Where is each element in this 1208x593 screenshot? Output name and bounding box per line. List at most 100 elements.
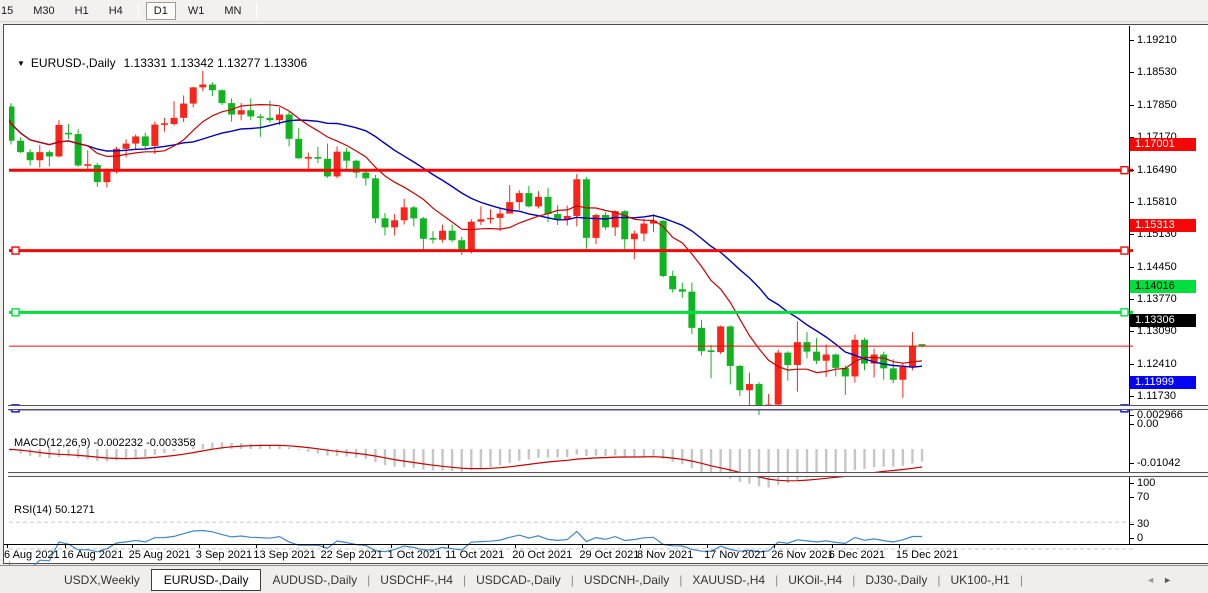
candle (602, 215, 610, 228)
tab-usdcad-daily[interactable]: USDCAD-,Daily (467, 570, 570, 590)
timeframe-toolbar: 15 M30 H1 H4 D1 W1 MN (0, 0, 1208, 22)
candle (199, 84, 207, 88)
candle (534, 196, 542, 207)
tab-scroll-arrows: ◄► (1146, 575, 1180, 585)
timeframe-button-d1[interactable]: D1 (145, 1, 176, 20)
price-axis-tick: 1.12410 (1137, 357, 1177, 370)
rsi-axis-tickmark (1129, 523, 1134, 525)
date-axis-label: 17 Nov 2021 (704, 549, 767, 561)
candle (506, 202, 514, 214)
date-axis-label: 29 Oct 2021 (579, 549, 640, 561)
date-axis-tickmark (774, 545, 776, 548)
date-axis-label: 20 Oct 2021 (512, 549, 573, 561)
date-axis-label: 25 Aug 2021 (128, 549, 191, 561)
tab-usdcnh-daily[interactable]: USDCNH-,Daily (575, 570, 678, 590)
pane-separator[interactable] (8, 405, 1208, 410)
tab-xauusd-h4[interactable]: XAUUSD-,H4 (683, 570, 774, 590)
candle (582, 179, 590, 238)
symbol-dropdown-icon[interactable]: ▼ (17, 59, 25, 68)
price-axis-tick: 1.18530 (1137, 66, 1177, 79)
candle (678, 289, 686, 292)
price-line-label-1.15313[interactable]: 1.15313 (1130, 218, 1196, 232)
price-line-label-1.14016[interactable]: 1.14016 (1130, 280, 1196, 294)
date-axis-tickmark (64, 545, 66, 548)
candle (908, 345, 916, 367)
candle (697, 327, 705, 352)
price-axis-tickmark (1129, 104, 1134, 106)
candle (285, 114, 293, 139)
timeframe-button-h4[interactable]: H4 (101, 2, 131, 20)
candle (45, 152, 53, 157)
candle (487, 217, 494, 220)
candle (36, 152, 44, 161)
tab-dj30-daily[interactable]: DJ30-,Daily (856, 570, 936, 590)
timeframe-button-m30[interactable]: M30 (25, 2, 62, 20)
main-price-pane[interactable] (9, 51, 1133, 429)
candle (381, 218, 389, 228)
tab-scroll-left-icon[interactable]: ◄ (1146, 575, 1163, 585)
candle (276, 114, 284, 121)
candle (803, 342, 811, 352)
price-axis-tickmark (1129, 40, 1134, 41)
price-axis-tickmark (1129, 234, 1134, 236)
tab-eurusd-daily[interactable]: EURUSD-,Daily (150, 568, 262, 591)
date-axis-label: 15 Dec 2021 (895, 549, 959, 561)
date-axis-tickmark (898, 545, 900, 548)
rsi-axis-tickmark (1129, 538, 1134, 539)
date-axis-label: 3 Sep 2021 (195, 549, 253, 561)
candle (93, 165, 101, 183)
candle (813, 351, 821, 361)
tab-uk100-h1[interactable]: UK100-,H1 (941, 570, 1018, 590)
price-axis-tick: 1.19210 (1137, 34, 1177, 46)
timeframe-button-mn[interactable]: MN (216, 2, 249, 20)
tab-usdchf-h4[interactable]: USDCHF-,H4 (371, 570, 462, 590)
rsi-axis-tick: 70 (1137, 491, 1150, 504)
tab-scroll-right-icon[interactable]: ► (1163, 575, 1180, 585)
date-axis-tickmark (707, 545, 709, 548)
date-axis-tickmark (515, 545, 517, 548)
tab-audusd-daily[interactable]: AUDUSD-,Daily (263, 570, 366, 590)
candle (554, 214, 562, 220)
candle (832, 354, 840, 368)
candle (630, 233, 638, 240)
candle (333, 151, 341, 177)
candle (218, 90, 226, 104)
timeframe-button-w1[interactable]: W1 (180, 2, 213, 20)
tab-separator: | (1019, 572, 1023, 587)
price-axis-tickmark (1129, 299, 1134, 301)
date-axis-label: 11 Oct 2021 (445, 549, 505, 561)
chart-title: ▼ EURUSD-,Daily 1.13331 1.13342 1.13277 1.… (17, 56, 307, 70)
candle (439, 230, 447, 240)
date-axis-label: 13 Sep 2021 (253, 549, 316, 561)
macd-indicator-label: MACD(12,26,9) -0.002232 -0.003358 (14, 437, 196, 449)
tab-ukoil-h4[interactable]: UKOil-,H4 (779, 570, 851, 590)
candle (784, 352, 792, 365)
candle (515, 193, 523, 203)
price-line-label-1.17001[interactable]: 1.17001 (1130, 138, 1196, 152)
candle (295, 138, 303, 159)
price-axis-tickmark (1129, 331, 1134, 333)
price-axis-tickmark (1129, 169, 1134, 171)
toolbar-separator (137, 2, 139, 19)
candle (151, 124, 159, 146)
pane-separator[interactable] (8, 472, 1208, 477)
price-line-label-1.11999[interactable]: 1.11999 (1130, 376, 1196, 390)
date-axis-label: 6 Aug 2021 (4, 549, 60, 561)
timeframe-button-15[interactable]: 15 (0, 2, 21, 20)
chart-tab-bar: USDX,Weekly EURUSD-,Daily AUDUSD-,Daily | US… (0, 565, 1208, 593)
chart-symbol-label: EURUSD-,Daily (30, 56, 116, 70)
candle (391, 220, 399, 228)
date-axis-tickmark (390, 545, 392, 548)
price-axis-tickmark (1129, 266, 1134, 268)
price-axis-tick: 1.14450 (1137, 260, 1177, 273)
rsi-axis-tick: 100 (1137, 477, 1156, 489)
candle (180, 103, 188, 118)
candle (822, 354, 830, 361)
chart-bottom-border (4, 544, 1208, 545)
tab-usdx-weekly[interactable]: USDX,Weekly (55, 570, 149, 590)
date-axis-tickmark (323, 545, 325, 548)
candle (419, 218, 427, 239)
timeframe-button-h1[interactable]: H1 (67, 2, 97, 20)
price-axis-tickmark (1129, 396, 1134, 398)
rsi-axis-tickmark (1129, 483, 1134, 484)
